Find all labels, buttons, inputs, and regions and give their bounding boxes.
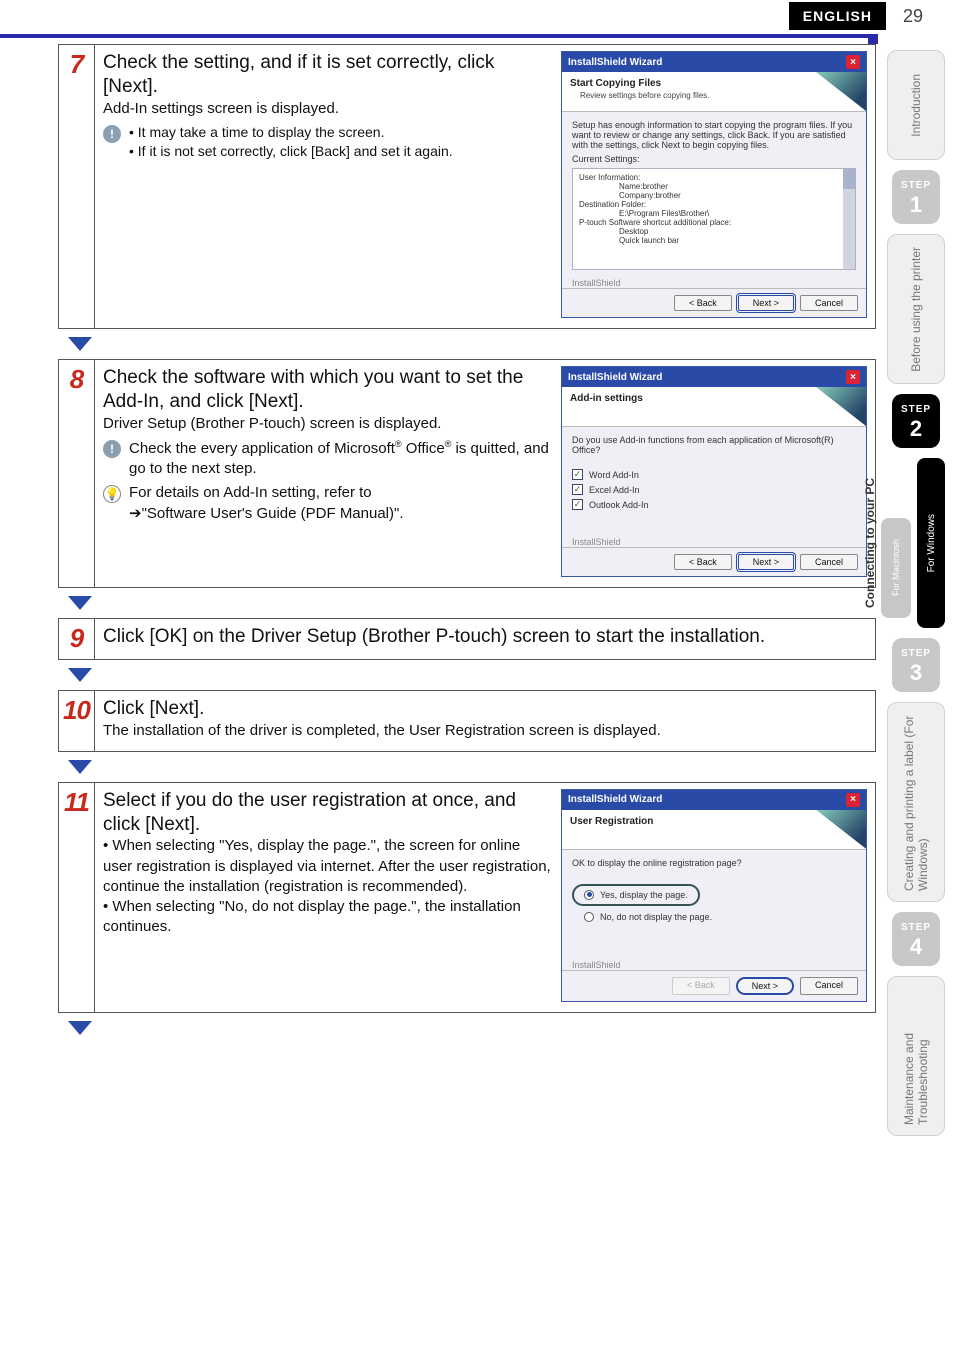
wiz7-title: InstallShield Wizard xyxy=(568,57,662,68)
nav-tab-printing[interactable]: Creating and printing a label (For Windo… xyxy=(887,702,945,902)
nav-connecting-title: Connecting to your PC xyxy=(863,478,877,608)
page-number: 29 xyxy=(886,6,940,27)
wiz7-company: Company:brother xyxy=(619,191,849,200)
close-icon: × xyxy=(846,55,860,69)
wiz11-desc: OK to display the online registration pa… xyxy=(572,858,856,868)
step-badge-1[interactable]: STEP1 xyxy=(892,170,940,224)
wizard-screenshot-copy-files: InstallShield Wizard × Start Copying File… xyxy=(561,51,867,318)
nav-tab-connecting[interactable]: For Windows For Macintosh Connecting to … xyxy=(887,458,945,628)
cancel-button: Cancel xyxy=(800,295,858,311)
addin-outlook-checkbox: ✓Outlook Add-In xyxy=(572,499,856,510)
step-10-subtitle: The installation of the driver is comple… xyxy=(103,721,867,741)
wiz8-brand: InstallShield xyxy=(562,537,866,547)
step-7-subtitle: Add-In settings screen is displayed. xyxy=(103,99,551,119)
info-icon: ! xyxy=(103,125,121,143)
wiz11-heading: User Registration xyxy=(570,816,858,827)
wiz7-brand: InstallShield xyxy=(562,278,866,288)
wiz7-settings-box: User Information: Name:brother Company:b… xyxy=(572,168,856,270)
nav-for-mac: For Macintosh xyxy=(891,539,901,596)
top-header: ENGLISH 29 xyxy=(0,0,954,32)
step-number: 8 xyxy=(59,360,95,587)
scrollbar-thumb xyxy=(843,169,855,189)
wiz-header-art xyxy=(816,810,866,849)
wiz7-current: Current Settings: xyxy=(572,154,856,164)
wizard-screenshot-registration: InstallShield Wizard× User Registration … xyxy=(561,789,867,1002)
next-button: Next > xyxy=(738,554,794,570)
wiz8-desc: Do you use Add-in functions from each ap… xyxy=(572,435,856,455)
down-arrow-icon xyxy=(68,596,92,610)
step-7-notes: • It may take a time to display the scre… xyxy=(129,123,453,161)
down-arrow-icon xyxy=(68,760,92,774)
down-arrow-icon xyxy=(68,337,92,351)
step-11-bullet-2: • When selecting "No, do not display the… xyxy=(103,897,551,938)
step-badge-4[interactable]: STEP4 xyxy=(892,912,940,966)
step-9-text: Click [OK] on the Driver Setup (Brother … xyxy=(103,625,867,649)
step-number: 7 xyxy=(59,45,95,328)
step-8-subtitle: Driver Setup (Brother P-touch) screen is… xyxy=(103,414,551,434)
step-7-note-1: • It may take a time to display the scre… xyxy=(129,123,453,142)
close-icon: × xyxy=(846,370,860,384)
next-button: Next > xyxy=(736,977,794,995)
step-7-card: 7 Check the setting, and if it is set co… xyxy=(58,44,876,329)
bulb-icon: 💡 xyxy=(103,485,121,503)
radio-yes-box: Yes, display the page. xyxy=(572,884,700,906)
step-badge-3[interactable]: STEP3 xyxy=(892,638,940,692)
content-column: 7 Check the setting, and if it is set co… xyxy=(0,44,878,1043)
step-8-title: Check the software with which you want t… xyxy=(103,366,551,414)
wiz7-shortcut-label: P-touch Software shortcut additional pla… xyxy=(579,218,849,227)
wiz7-subheading: Review settings before copying files. xyxy=(580,91,858,100)
nav-for-windows: For Windows xyxy=(926,514,937,572)
step-8-note-2: For details on Add-In setting, refer to … xyxy=(129,483,404,524)
radio-empty-icon xyxy=(584,912,594,922)
close-icon: × xyxy=(846,793,860,807)
wiz7-dest-value: E:\Program Files\Brother\ xyxy=(619,209,849,218)
step-number: 9 xyxy=(59,619,95,659)
step-8-card: 8 Check the software with which you want… xyxy=(58,359,876,588)
radio-no-row: No, do not display the page. xyxy=(584,912,856,922)
wiz11-title: InstallShield Wizard xyxy=(568,794,662,805)
wiz8-heading: Add-in settings xyxy=(570,393,858,404)
step-8-note-1: Check the every application of Microsoft… xyxy=(129,438,551,480)
step-11-card: 11 Select if you do the user registratio… xyxy=(58,782,876,1013)
addin-excel-checkbox: ✓Excel Add-In xyxy=(572,484,856,495)
cancel-button: Cancel xyxy=(800,554,858,570)
step-7-note-2: • If it is not set correctly, click [Bac… xyxy=(129,142,453,161)
info-icon: ! xyxy=(103,440,121,458)
next-button: Next > xyxy=(738,295,794,311)
wiz7-shortcut-quicklaunch: Quick launch bar xyxy=(619,236,849,245)
radio-filled-icon xyxy=(584,890,594,900)
cancel-button: Cancel xyxy=(800,977,858,995)
wiz7-name: Name:brother xyxy=(619,182,849,191)
wiz7-heading: Start Copying Files xyxy=(570,78,858,89)
step-10-title: Click [Next]. xyxy=(103,697,867,721)
wiz11-brand: InstallShield xyxy=(562,960,866,970)
header-divider xyxy=(0,34,878,38)
back-button: < Back xyxy=(672,977,730,995)
step-11-title: Select if you do the user registration a… xyxy=(103,789,551,837)
step-number: 11 xyxy=(59,783,95,1012)
wizard-screenshot-addin: InstallShield Wizard × Add-in settings Do… xyxy=(561,366,867,577)
addin-word-checkbox: ✓Word Add-In xyxy=(572,469,856,480)
nav-tab-introduction[interactable]: Introduction xyxy=(887,50,945,160)
step-9-card: 9 Click [OK] on the Driver Setup (Brothe… xyxy=(58,618,876,660)
step-badge-2[interactable]: STEP2 xyxy=(892,394,940,448)
step-7-title: Check the setting, and if it is set corr… xyxy=(103,51,551,99)
nav-column: Introduction STEP1 Before using the prin… xyxy=(878,44,954,1136)
step-10-card: 10 Click [Next]. The installation of the… xyxy=(58,690,876,752)
wiz7-userinfo-label: User Information: xyxy=(579,173,849,182)
wiz8-title: InstallShield Wizard xyxy=(568,372,662,383)
step-number: 10 xyxy=(59,691,95,751)
down-arrow-icon xyxy=(68,668,92,682)
wiz7-shortcut-desktop: Desktop xyxy=(619,227,849,236)
nav-tab-before-using[interactable]: Before using the printer xyxy=(887,234,945,384)
back-button: < Back xyxy=(674,554,732,570)
step-11-bullet-1: • When selecting "Yes, display the page.… xyxy=(103,836,551,897)
language-label: ENGLISH xyxy=(789,2,886,30)
back-button: < Back xyxy=(674,295,732,311)
wiz7-dest-label: Destination Folder: xyxy=(579,200,849,209)
down-arrow-icon xyxy=(68,1021,92,1035)
nav-tab-maintenance[interactable]: Maintenance and Troubleshooting xyxy=(887,976,945,1136)
wiz7-desc: Setup has enough information to start co… xyxy=(572,120,856,150)
